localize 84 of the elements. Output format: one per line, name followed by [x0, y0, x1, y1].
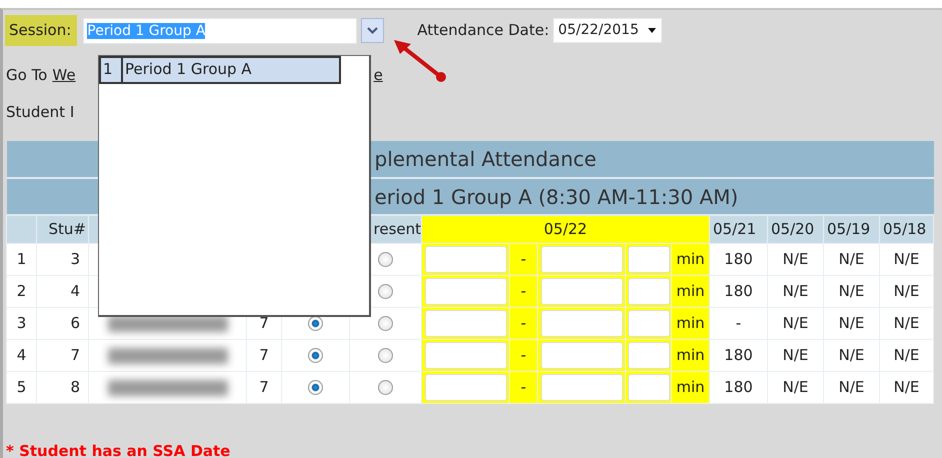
minutes-input[interactable]: [628, 310, 670, 336]
table-cell: N/E: [768, 243, 824, 275]
table-cell: 7: [246, 371, 282, 403]
time-input[interactable]: [424, 246, 506, 272]
table-cell: 8: [36, 371, 88, 403]
unit-label: min: [676, 346, 705, 364]
table-cell: 4: [6, 339, 36, 371]
table-cell: 180: [710, 371, 768, 403]
table-cell: N/E: [824, 339, 880, 371]
footnote: * Student has an SSA Date: [6, 441, 230, 458]
column-header: Stu#: [36, 215, 88, 243]
unit-label: min: [676, 250, 705, 268]
radio-button[interactable]: [308, 380, 323, 396]
table-cell: N/E: [824, 243, 880, 275]
chevron-down-icon: [367, 26, 378, 34]
goto-link[interactable]: e: [374, 64, 383, 88]
dropdown-option[interactable]: 1 Period 1 Group A: [99, 56, 341, 84]
radio-button[interactable]: [378, 316, 393, 332]
table-cell: N/E: [824, 371, 880, 403]
time-input[interactable]: [540, 246, 622, 272]
table-cell: N/E: [824, 275, 880, 307]
student-label: Student I: [6, 102, 76, 123]
minutes-input[interactable]: [628, 278, 670, 304]
separator-text: -: [520, 250, 526, 268]
time-input[interactable]: [424, 374, 506, 400]
date-select[interactable]: 05/22/2015: [553, 18, 662, 43]
table-cell: 5: [6, 371, 36, 403]
table-cell: N/E: [768, 371, 824, 403]
radio-button[interactable]: [308, 316, 323, 332]
table-cell: 2: [6, 275, 36, 307]
separator-text: -: [520, 314, 526, 332]
table-cell: N/E: [768, 307, 824, 339]
radio-button[interactable]: [378, 380, 393, 396]
radio-button[interactable]: [378, 348, 393, 364]
table-cell: 180: [710, 275, 768, 307]
minutes-input[interactable]: [628, 246, 670, 272]
table-cell: -: [710, 307, 768, 339]
separator-text: -: [520, 346, 526, 364]
column-header: 05/18: [880, 215, 934, 243]
time-input[interactable]: [540, 342, 622, 368]
table-cell: 6: [36, 307, 88, 339]
table-cell: 1: [6, 243, 36, 275]
table-cell: 7: [246, 339, 282, 371]
table-cell: N/E: [880, 371, 934, 403]
time-input[interactable]: [540, 278, 622, 304]
session-label: Session:: [5, 14, 78, 46]
column-header: 05/19: [824, 215, 880, 243]
table-cell: N/E: [880, 339, 934, 371]
table-cell: 180: [710, 339, 768, 371]
time-input[interactable]: [540, 374, 622, 400]
table-cell: N/E: [824, 307, 880, 339]
separator-text: -: [520, 282, 526, 300]
arrow-annotation: [394, 40, 446, 82]
table-cell: N/E: [880, 307, 934, 339]
table-cell: 3: [36, 243, 88, 275]
time-input[interactable]: [540, 310, 622, 336]
unit-label: min: [676, 282, 705, 300]
table-cell: 7: [36, 339, 88, 371]
time-input[interactable]: [424, 342, 506, 368]
minutes-input[interactable]: [628, 342, 670, 368]
minutes-input[interactable]: [628, 374, 670, 400]
unit-label: min: [676, 314, 705, 332]
goto-label: Go To: [6, 65, 48, 86]
table-cell: 4: [36, 275, 88, 307]
radio-button[interactable]: [308, 348, 323, 364]
separator-text: -: [520, 378, 526, 396]
goto-link[interactable]: We: [52, 64, 76, 88]
table-cell: N/E: [768, 339, 824, 371]
dropdown-button[interactable]: [361, 18, 384, 43]
column-header: 05/20: [768, 215, 824, 243]
table-cell: 180: [710, 243, 768, 275]
table-cell: N/E: [880, 275, 934, 307]
time-input[interactable]: [424, 278, 506, 304]
table-cell: N/E: [880, 243, 934, 275]
unit-label: min: [676, 378, 705, 396]
radio-button[interactable]: [378, 284, 393, 300]
caret-icon: [646, 28, 657, 34]
table-cell: 3: [6, 307, 36, 339]
radio-button[interactable]: [378, 252, 393, 268]
time-input[interactable]: [424, 310, 506, 336]
table-cell: N/E: [768, 275, 824, 307]
column-header: 05/22: [544, 220, 588, 238]
column-header: 05/21: [710, 215, 768, 243]
date-label: Attendance Date:: [417, 20, 550, 42]
